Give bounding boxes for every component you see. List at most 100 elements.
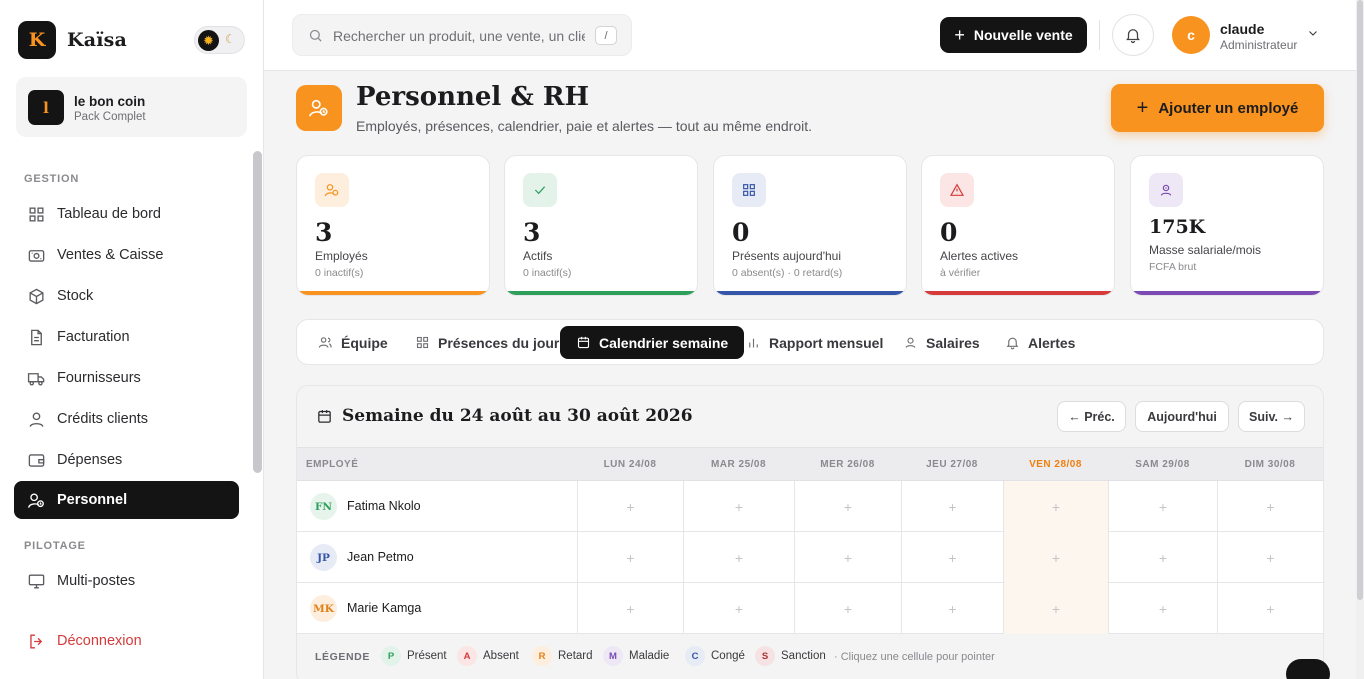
legend-label: Sanction (781, 650, 826, 662)
attendance-cell[interactable]: + (683, 481, 794, 532)
sidebar-item-expenses[interactable]: Dépenses (14, 441, 239, 479)
column-header-employee: EMPLOYÉ (306, 459, 359, 470)
sidebar-item-stock[interactable]: Stock (14, 277, 239, 315)
column-header-day-today: VEN 28/08 (1029, 459, 1082, 470)
user-avatar[interactable]: c (1172, 16, 1210, 54)
tab-calendar[interactable]: Calendrier semaine (560, 326, 745, 359)
sidebar-item-label: Facturation (57, 329, 130, 345)
attendance-cell[interactable]: + (794, 583, 901, 634)
attendance-cell[interactable]: + (1108, 481, 1217, 532)
attendance-cell[interactable]: + (683, 583, 794, 634)
shop-avatar: l (28, 90, 64, 125)
today-button[interactable]: Aujourd'hui (1135, 401, 1229, 432)
sidebar-item-suppliers[interactable]: Fournisseurs (14, 359, 239, 397)
attendance-cell-today[interactable]: + (1003, 532, 1108, 583)
calendar-icon (318, 410, 331, 423)
tab-salaries[interactable]: Salaires (887, 326, 996, 359)
next-week-button[interactable]: Suiv. → (1238, 401, 1305, 432)
truck-icon (27, 372, 45, 386)
sidebar-item-billing[interactable]: Facturation (14, 318, 239, 356)
notifications-button[interactable] (1112, 14, 1154, 56)
user-name[interactable]: claude (1220, 21, 1264, 37)
user-role: Administrateur (1220, 38, 1298, 52)
legend-item-present: P Présent (381, 646, 447, 666)
attendance-cell[interactable]: + (1217, 481, 1323, 532)
page-scrollbar[interactable] (1356, 0, 1364, 679)
brand-logo[interactable]: K (18, 21, 56, 59)
tab-label: Salaires (926, 334, 980, 351)
stat-sub: 0 absent(s) · 0 retard(s) (732, 267, 843, 279)
attendance-cell[interactable]: + (901, 481, 1003, 532)
staff-icon (296, 85, 342, 131)
sidebar-item-dashboard[interactable]: Tableau de bord (14, 195, 239, 233)
page-title: Personnel & RH (356, 82, 590, 112)
stat-accent-bar (1131, 291, 1323, 295)
sidebar-item-label: Dépenses (57, 452, 123, 468)
sidebar-item-label: Multi-postes (57, 573, 136, 589)
shop-card[interactable]: l le bon coin Pack Complet (16, 77, 247, 137)
page-scrollbar-thumb[interactable] (1357, 0, 1363, 600)
employee-name: Marie Kamga (347, 601, 422, 615)
sidebar-item-label: Crédits clients (57, 411, 149, 427)
staff-icon (315, 173, 349, 207)
sidebar-item-label: Tableau de bord (57, 206, 161, 222)
tab-bar: Équipe Présences du jour Calendrier sema… (296, 319, 1324, 365)
employee-avatar: FN (310, 493, 337, 520)
cash-register-icon (28, 249, 45, 262)
employee-name: Fatima Nkolo (347, 499, 421, 513)
attendance-cell[interactable]: + (1108, 583, 1217, 634)
calendar-icon (577, 336, 590, 349)
attendance-cell[interactable]: + (683, 532, 794, 583)
add-employee-button[interactable]: + Ajouter un employé (1111, 84, 1324, 132)
search-input[interactable] (333, 25, 585, 47)
sidebar-item-staff[interactable]: Personnel (14, 481, 239, 519)
sidebar-scrollbar[interactable] (253, 151, 262, 473)
tab-team[interactable]: Équipe (302, 326, 404, 359)
nav-section-gestion: GESTION (24, 173, 80, 185)
table-row: JP Jean Petmo + + + + + + + (297, 532, 1323, 583)
sun-icon: ✹ (198, 30, 219, 51)
tab-label: Alertes (1028, 334, 1076, 351)
attendance-cell[interactable]: + (1217, 532, 1323, 583)
stat-sub: à vérifier (940, 267, 981, 279)
attendance-cell-today[interactable]: + (1003, 481, 1108, 532)
floating-action-button[interactable] (1286, 659, 1330, 679)
new-sale-button[interactable]: + Nouvelle vente (940, 17, 1087, 53)
attendance-cell[interactable]: + (901, 532, 1003, 583)
sidebar-item-multiposte[interactable]: Multi-postes (14, 562, 239, 600)
attendance-cell[interactable]: + (577, 532, 683, 583)
attendance-cell[interactable]: + (577, 481, 683, 532)
attendance-cell[interactable]: + (1108, 532, 1217, 583)
tab-alerts[interactable]: Alertes (989, 326, 1091, 359)
tab-report[interactable]: Rapport mensuel (730, 326, 899, 359)
attendance-cell[interactable]: + (794, 481, 901, 532)
attendance-cell[interactable]: + (794, 532, 901, 583)
legend-label: Congé (711, 650, 745, 662)
search-icon (309, 29, 322, 42)
brand: K Kaïsa ✹ ☾ (18, 21, 246, 59)
sidebar-item-sales[interactable]: Ventes & Caisse (14, 236, 239, 274)
tab-label: Équipe (341, 334, 388, 351)
add-employee-label: Ajouter un employé (1158, 99, 1299, 117)
attendance-cell[interactable]: + (1217, 583, 1323, 634)
logout-icon (30, 633, 43, 649)
legend-code: R (532, 646, 552, 666)
tab-presences[interactable]: Présences du jour (399, 326, 575, 359)
stat-card-alerts: 0 Alertes actives à vérifier (921, 155, 1115, 296)
attendance-cell-today[interactable]: + (1003, 583, 1108, 634)
logout-button[interactable]: Déconnexion (14, 622, 239, 660)
sidebar-item-credits[interactable]: Crédits clients (14, 400, 239, 438)
search-box[interactable]: / (292, 14, 632, 56)
employee-avatar: MK (310, 595, 337, 622)
stat-accent-bar (297, 291, 489, 295)
prev-week-button[interactable]: ← Préc. (1057, 401, 1126, 432)
legend-code: M (603, 646, 623, 666)
employee-avatar: JP (310, 544, 337, 571)
chevron-down-icon[interactable] (1307, 27, 1319, 39)
theme-toggle[interactable]: ✹ ☾ (194, 26, 245, 54)
attendance-cell[interactable]: + (577, 583, 683, 634)
attendance-cell[interactable]: + (901, 583, 1003, 634)
legend-code: S (755, 646, 775, 666)
legend-code: A (457, 646, 477, 666)
legend-item-leave: C Congé (685, 646, 745, 666)
